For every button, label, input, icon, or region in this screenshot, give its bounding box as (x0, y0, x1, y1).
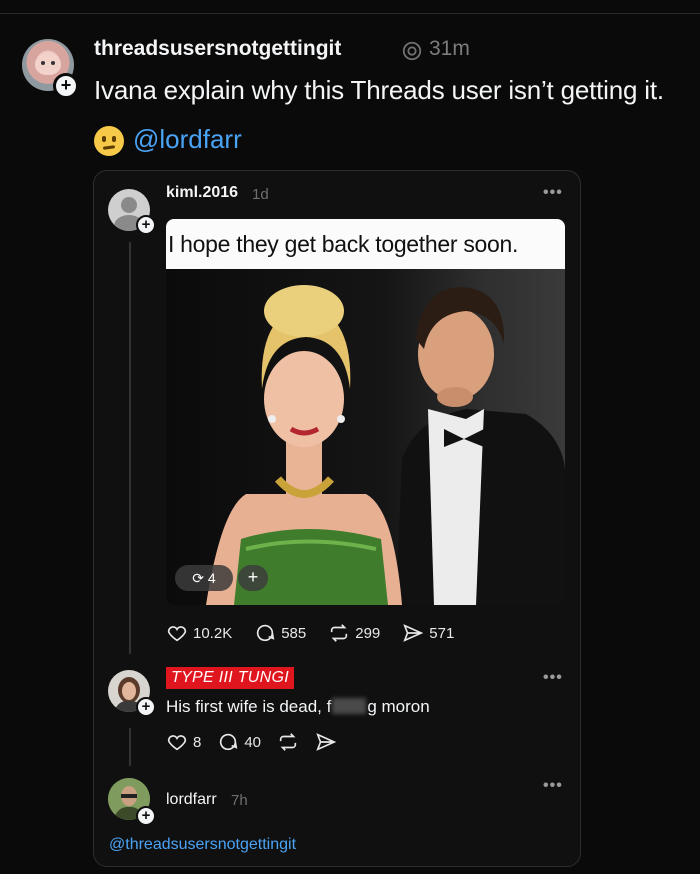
follow-plus-button[interactable]: + (53, 73, 79, 99)
reply-count: 40 (244, 733, 262, 751)
thread-connector-line (129, 728, 131, 766)
like-button[interactable]: 10.2K (166, 622, 232, 644)
add-chip-button[interactable]: + (238, 565, 268, 591)
reply-button[interactable]: 40 (217, 731, 261, 753)
repost-count: 299 (355, 624, 381, 642)
repost-icon (279, 733, 297, 751)
quoted-timestamp: 1d (252, 186, 269, 203)
reply-text-end: g moron (367, 697, 430, 716)
like-count: 8 (193, 733, 202, 751)
quoted-action-bar: 10.2K 585 299 571 (166, 622, 454, 644)
heart-icon (167, 735, 187, 751)
couple-photo (166, 269, 565, 605)
meme-image[interactable]: I hope they get back together soon. (166, 219, 565, 605)
reply2-username[interactable]: lordfarr (166, 791, 217, 809)
share-button[interactable] (315, 731, 337, 753)
like-count: 10.2K (193, 624, 233, 642)
reply-action-bar: 8 40 (166, 731, 337, 753)
repost-icon: ⟳ (192, 570, 205, 586)
more-options-icon[interactable]: ••• (543, 184, 563, 202)
slightly-smiling-face-icon (94, 126, 124, 156)
meme-caption: I hope they get back together soon. (166, 219, 565, 269)
avatar-eye (41, 61, 45, 65)
more-options-icon[interactable]: ••• (543, 777, 563, 795)
author-username[interactable]: threadsusersnotgettingit (94, 37, 341, 61)
reply-text-start: His first wife is dead, f (166, 697, 332, 716)
top-divider (0, 13, 700, 14)
censor-blur (332, 698, 367, 714)
repost-icon (331, 624, 348, 642)
post-timestamp: 31m (429, 37, 470, 60)
reply-button[interactable]: 585 (254, 622, 306, 644)
reply-count: 585 (281, 624, 307, 642)
quoted-username[interactable]: kiml.2016 (166, 184, 238, 202)
repost-chip-count: 4 (207, 570, 216, 586)
like-button[interactable]: 8 (166, 731, 201, 753)
post-text: Ivana explain why this Threads user isn’… (94, 75, 664, 105)
thread-connector-line (129, 242, 131, 654)
repost-button[interactable] (277, 731, 299, 753)
mention-link[interactable]: @lordfarr (133, 124, 242, 155)
repost-button[interactable]: 299 (328, 622, 380, 644)
share-count: 571 (429, 624, 455, 642)
send-icon (316, 733, 337, 751)
follow-plus-button[interactable]: + (136, 697, 156, 717)
comment-icon (220, 733, 238, 751)
repost-count-chip[interactable]: ⟳ 4 (175, 565, 233, 591)
heart-icon (167, 626, 187, 642)
reply2-mention-link[interactable]: @threadsusersnotgettingit (109, 836, 296, 854)
comment-icon (257, 624, 275, 642)
threads-badge-icon (402, 41, 422, 61)
follow-plus-button[interactable]: + (136, 215, 156, 235)
reply-text: His first wife is dead, f g moron (166, 697, 430, 717)
send-icon (403, 624, 424, 642)
more-options-icon[interactable]: ••• (543, 669, 563, 687)
avatar-face (35, 53, 61, 75)
avatar-eye (51, 61, 55, 65)
user-label-tag: TYPE III TUNGI (166, 667, 294, 689)
reply2-timestamp: 7h (231, 792, 248, 809)
follow-plus-button[interactable]: + (136, 806, 156, 826)
share-button[interactable]: 571 (402, 622, 454, 644)
